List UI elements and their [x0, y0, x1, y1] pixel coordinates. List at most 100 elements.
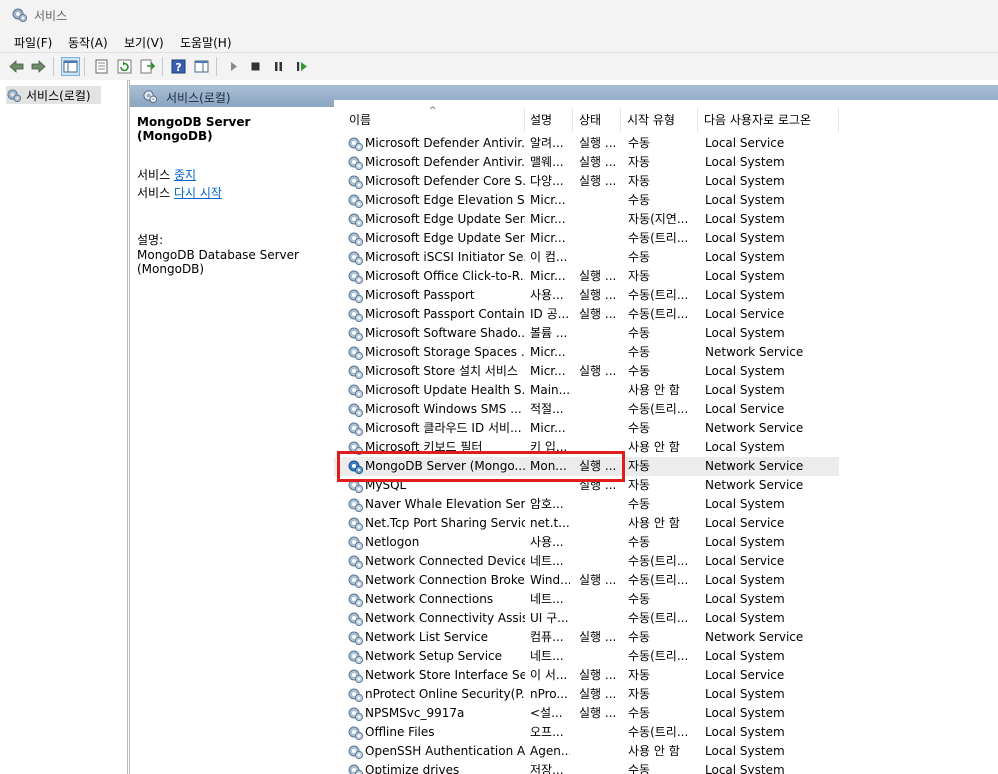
service-row[interactable]: Microsoft Store 설치 서비스 Micr... 실행 ... 수동 Loc…: [334, 362, 839, 381]
service-startup-type: 수동: [628, 592, 651, 606]
service-description: UI 구...: [530, 611, 569, 625]
service-row[interactable]: Offline Files 오프... 수동(트리... Local System: [334, 723, 839, 742]
service-row[interactable]: Network Connected Device... 네트... 수동(트리...…: [334, 552, 839, 571]
restart-service-link[interactable]: 다시 시작: [174, 186, 222, 200]
service-name: Naver Whale Elevation Serv...: [365, 497, 525, 511]
service-name: Microsoft Edge Elevation S...: [365, 193, 525, 207]
menu-bar: 파일(F) 동작(A) 보기(V) 도움말(H): [0, 30, 998, 52]
service-description: Main...: [530, 383, 570, 397]
service-row[interactable]: Microsoft Update Health S... Main... 사용 안 …: [334, 381, 839, 400]
service-name: Network Connectivity Assis...: [365, 611, 525, 625]
service-startup-type: 사용 안 함: [628, 440, 680, 454]
service-row[interactable]: Microsoft Defender Antivir... 맬웨... 실행 ...…: [334, 153, 839, 172]
service-startup-type: 수동: [628, 421, 651, 435]
service-logon-as: Local System: [705, 706, 785, 720]
service-logon-as: Network Service: [705, 478, 804, 492]
service-description: Micr...: [530, 269, 566, 283]
service-row[interactable]: Microsoft Windows SMS ... 적절... 수동(트리... Lo…: [334, 400, 839, 419]
service-gear-icon: [347, 515, 364, 532]
service-logon-as: Local System: [705, 725, 785, 739]
back-icon[interactable]: [8, 58, 25, 75]
service-row[interactable]: Microsoft iSCSI Initiator Se... 이 컴... 수동 L…: [334, 248, 839, 267]
forward-icon[interactable]: [30, 58, 47, 75]
service-gear-icon: [347, 610, 364, 627]
service-row[interactable]: nProtect Online Security(P... nPro... 실행 .…: [334, 685, 839, 704]
service-row[interactable]: Net.Tcp Port Sharing Service net.t... 사용 안…: [334, 514, 839, 533]
service-description: 암호...: [530, 497, 564, 511]
column-header-name[interactable]: 이름: [343, 108, 525, 132]
start-service-icon[interactable]: [225, 58, 242, 75]
service-startup-type: 수동: [628, 535, 651, 549]
service-name: Microsoft Update Health S...: [365, 383, 525, 397]
service-description: Agen...: [530, 744, 570, 758]
service-row[interactable]: Microsoft Office Click-to-R... Micr... 실행 …: [334, 267, 839, 286]
service-row[interactable]: Microsoft Edge Elevation S... Micr... 수동 Lo…: [334, 191, 839, 210]
menu-file[interactable]: 파일(F): [14, 34, 52, 51]
service-row[interactable]: OpenSSH Authentication A... Agen... 사용 안 함…: [334, 742, 839, 761]
service-startup-type: 자동: [628, 174, 651, 188]
service-row[interactable]: Netlogon 사용... 수동 Local System: [334, 533, 839, 552]
service-row[interactable]: Microsoft Software Shado... 볼륨 ... 수동 Local…: [334, 324, 839, 343]
column-header-logon-as[interactable]: 다음 사용자로 로그온: [698, 108, 839, 132]
service-description: 맬웨...: [530, 155, 564, 169]
service-row[interactable]: Network Connectivity Assis... UI 구... 수동(트…: [334, 609, 839, 628]
service-row[interactable]: Network Connections 네트... 수동 Local System: [334, 590, 839, 609]
service-row[interactable]: Microsoft Storage Spaces ... Micr... 수동 Net…: [334, 343, 839, 362]
service-name: Offline Files: [365, 725, 435, 739]
service-row[interactable]: Network Setup Service 네트... 수동(트리... Local …: [334, 647, 839, 666]
column-header-description[interactable]: 설명: [524, 108, 573, 132]
service-row[interactable]: Microsoft Edge Update Ser... Micr... 자동(지연…: [334, 210, 839, 229]
tree-item-services-local[interactable]: 서비스(로컬): [6, 86, 101, 104]
service-status: [579, 609, 621, 628]
service-row[interactable]: Microsoft Passport Container ID 공... 실행 ..…: [334, 305, 839, 324]
pause-service-icon[interactable]: [270, 58, 287, 75]
show-action-pane-icon[interactable]: [193, 58, 210, 75]
column-header-status[interactable]: 상태: [573, 108, 621, 132]
properties-icon[interactable]: [93, 58, 110, 75]
services-gear-icon: [7, 89, 22, 103]
service-row-selected[interactable]: MongoDB Server (Mongo... Mon... 실행 ... 자동 Ne…: [334, 457, 839, 476]
service-row[interactable]: Network Store Interface Se... 이 서... 실행 ..…: [334, 666, 839, 685]
restart-service-icon[interactable]: [293, 58, 310, 75]
service-logon-as: Local System: [705, 687, 785, 701]
service-row[interactable]: NPSMSvc_9917a <설... 실행 ... 수동 Local System: [334, 704, 839, 723]
service-logon-as: Local System: [705, 383, 785, 397]
service-description: Micr...: [530, 231, 566, 245]
column-header-startup-type[interactable]: 시작 유형: [621, 108, 698, 132]
menu-action[interactable]: 동작(A): [68, 34, 108, 51]
stop-service-link[interactable]: 중지: [174, 168, 196, 182]
service-gear-icon: [347, 344, 364, 361]
service-row[interactable]: Microsoft Edge Update Ser... Micr... 수동(트리…: [334, 229, 839, 248]
service-row[interactable]: Network List Service 컴퓨... 실행 ... 수동 Network…: [334, 628, 839, 647]
show-hide-console-tree-icon[interactable]: [61, 57, 80, 76]
service-row[interactable]: Network Connection Broker Wind... 실행 ... 수동…: [334, 571, 839, 590]
refresh-icon[interactable]: [116, 58, 133, 75]
export-list-icon[interactable]: [139, 58, 156, 75]
details-pane: 서비스(로컬) MongoDB Server (MongoDB) 서비스 중지 …: [129, 80, 998, 774]
service-logon-as: Local System: [705, 535, 785, 549]
menu-view[interactable]: 보기(V): [124, 34, 164, 51]
service-startup-type: 수동: [628, 326, 651, 340]
service-row[interactable]: Microsoft Defender Antivir... 알려... 실행 ...…: [334, 134, 839, 153]
service-row[interactable]: Microsoft Defender Core S... 다양... 실행 ... 자…: [334, 172, 839, 191]
service-name: MySQL: [365, 478, 407, 492]
service-row[interactable]: Microsoft 클라우드 ID 서비... Micr... 수동 Network …: [334, 419, 839, 438]
help-icon[interactable]: ?: [170, 58, 187, 75]
service-status: [579, 552, 621, 571]
service-row[interactable]: Microsoft 키보드 필터 키 입... 사용 안 함 Local System: [334, 438, 839, 457]
service-description: Wind...: [530, 573, 570, 587]
stop-service-icon[interactable]: [247, 58, 264, 75]
service-startup-type: 자동: [628, 155, 651, 169]
service-name: Microsoft Edge Update Ser...: [365, 212, 525, 226]
menu-help[interactable]: 도움말(H): [180, 34, 232, 51]
service-row[interactable]: Naver Whale Elevation Serv... 암호... 수동 Loca…: [334, 495, 839, 514]
service-startup-type: 수동: [628, 345, 651, 359]
service-status: 실행 ...: [579, 668, 617, 682]
service-row[interactable]: Microsoft Passport 사용... 실행 ... 수동(트리... Loc…: [334, 286, 839, 305]
service-row[interactable]: MySQL 실행 ... 자동 Network Service: [334, 476, 839, 495]
service-status: [579, 229, 621, 248]
service-row[interactable]: Optimize drives 저장... 수동 Local System: [334, 761, 839, 774]
service-gear-icon: [347, 686, 364, 703]
service-logon-as: Local System: [705, 155, 785, 169]
service-status: 실행 ...: [579, 364, 617, 378]
